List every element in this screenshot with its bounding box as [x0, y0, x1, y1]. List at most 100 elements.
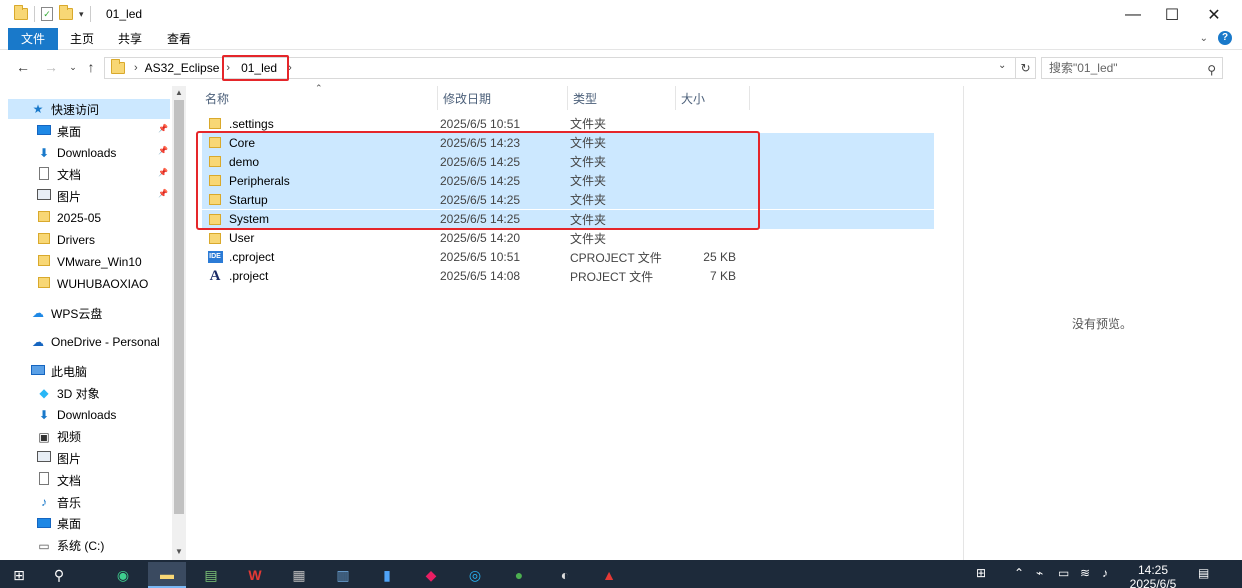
sidebar-item[interactable]: 文档 [36, 165, 81, 185]
battery-icon[interactable]: ▭ [1058, 566, 1069, 580]
new-folder-icon[interactable] [59, 5, 73, 20]
sidebar-item[interactable]: WUHUBAOXIAO [36, 274, 148, 294]
maximize-button[interactable]: ☐ [1150, 0, 1194, 30]
sidebar-item[interactable]: ⬇ Downloads [36, 143, 116, 163]
network-icon[interactable]: ⌁ [1036, 566, 1043, 580]
breadcrumb-chevron-icon[interactable]: › [131, 62, 141, 74]
pin-icon[interactable]: 📌 [158, 124, 168, 133]
sidebar-item-label: VMware_Win10 [57, 254, 142, 269]
wechat-icon[interactable]: ● [500, 562, 538, 588]
expand-ribbon-icon[interactable]: ⌄ [1200, 33, 1208, 44]
sidebar-item[interactable]: 图片 [36, 448, 81, 468]
folder-icon [207, 118, 223, 129]
preview-pane-divider[interactable] [963, 86, 964, 560]
sidebar-item-wps[interactable]: ☁ WPS云盘 [30, 303, 102, 323]
sidebar-item-this-pc[interactable]: 此电脑 [30, 361, 87, 381]
sidebar-item[interactable]: ⬇ Downloads [36, 405, 116, 425]
sidebar-item[interactable]: 桌面 [36, 121, 81, 141]
sidebar-item[interactable]: VMware_Win10 [36, 252, 142, 272]
app-blue-icon[interactable]: ▮ [368, 562, 406, 588]
sidebar-item[interactable]: 2025-05 [36, 208, 101, 228]
sidebar-item-quick-access[interactable]: ★ 快速访问 [8, 99, 170, 119]
close-button[interactable]: ✕ [1192, 0, 1236, 30]
tab-file[interactable]: 文件 [8, 28, 58, 50]
wifi-icon[interactable]: ≋ [1080, 566, 1090, 580]
clock[interactable]: 14:25 2025/6/5 [1128, 563, 1178, 588]
file-row[interactable]: A .project 2025/6/5 14:08 PROJECT 文件 7 KB [202, 267, 934, 286]
back-arrow-icon[interactable]: ← [14, 59, 32, 75]
search-input[interactable]: 搜索"01_led" ⚲ [1041, 57, 1223, 79]
scroll-up-icon[interactable]: ▲ [172, 88, 186, 97]
sidebar-item[interactable]: 图片 [36, 186, 81, 206]
notepad-icon[interactable]: ▤ [192, 562, 230, 588]
notification-icon[interactable]: ▤ [1198, 566, 1209, 580]
wps-office-icon[interactable]: W [236, 562, 274, 588]
pdf-reader-icon[interactable]: ▲ [590, 562, 628, 588]
column-header-type[interactable]: 类型 [555, 88, 659, 110]
column-header-date[interactable]: 修改日期 [425, 88, 555, 110]
sidebar-item[interactable]: 文档 [36, 470, 81, 490]
folder-icon [36, 276, 52, 291]
file-date: 2025/6/5 10:51 [440, 250, 521, 265]
file-type: 文件夹 [570, 117, 607, 131]
app-search-icon[interactable]: ◎ [456, 562, 494, 588]
column-divider[interactable] [749, 86, 750, 110]
tab-view[interactable]: 查看 [155, 28, 203, 50]
sidebar-item-label: 此电脑 [51, 364, 88, 379]
sidebar-item[interactable]: Drivers [36, 230, 95, 250]
refresh-icon[interactable]: ↻ [1016, 57, 1036, 79]
project-file-icon: A [209, 267, 221, 284]
sidebar-scrollbar[interactable]: ▲ ▼ [172, 86, 186, 560]
scrollbar-thumb[interactable] [174, 100, 184, 514]
file-row[interactable]: IDE .cproject 2025/6/5 10:51 CPROJECT 文件 25 … [202, 248, 934, 267]
edge-browser-icon[interactable]: ◉ [104, 562, 142, 588]
pin-icon[interactable]: 📌 [158, 146, 168, 155]
calculator-icon[interactable]: ▦ [280, 562, 318, 588]
file-size: 25 KB [703, 250, 736, 265]
file-name: User [229, 231, 255, 246]
sidebar-item-label: 图片 [57, 451, 82, 466]
recent-locations-icon[interactable]: ⌄ [64, 62, 82, 73]
show-hidden-icons-icon[interactable]: ⌃ [1014, 566, 1024, 580]
folder-icon[interactable] [14, 5, 28, 20]
file-row[interactable]: User 2025/6/5 14:20 文件夹 [202, 229, 934, 248]
volume-icon[interactable]: ♪ [1102, 566, 1108, 580]
sidebar-item-label: 快速访问 [51, 102, 100, 117]
sidebar-item[interactable]: ♪ 音乐 [36, 492, 81, 512]
properties-icon[interactable]: ✓ [41, 7, 53, 21]
sidebar-item-label: Downloads [57, 407, 117, 422]
eclipse-icon[interactable]: ◐ [546, 562, 584, 588]
star-icon: ★ [32, 102, 44, 116]
sidebar-item[interactable]: 桌面 [36, 514, 81, 534]
breadcrumb-as32-eclipse[interactable]: AS32_Eclipse [141, 61, 224, 75]
sidebar-item[interactable]: ◆ 3D 对象 [36, 383, 100, 403]
ribbon-controls: ⌄ ? [1200, 31, 1232, 45]
sidebar-item-onedrive[interactable]: ☁ OneDrive - Personal [30, 332, 160, 352]
forward-arrow-icon[interactable]: → [42, 59, 60, 75]
column-header-name[interactable]: 名称 [187, 88, 439, 110]
sidebar-item[interactable]: ▣ 视频 [36, 427, 81, 447]
scroll-down-icon[interactable]: ▼ [172, 547, 186, 556]
input-method-icon[interactable]: ⊞ [976, 566, 986, 580]
pin-icon[interactable]: 📌 [158, 168, 168, 177]
start-windows-icon[interactable]: ⊞ [0, 562, 38, 588]
search-icon[interactable]: ⚲ [1207, 60, 1216, 80]
tab-home[interactable]: 主页 [58, 28, 106, 50]
ribbon-tabs: 文件 主页 共享 查看 ⌄ ? [0, 28, 1242, 50]
clock-date: 2025/6/5 [1129, 577, 1177, 588]
customize-toolbar-icon[interactable]: ▾ [79, 9, 84, 20]
sidebar-item[interactable]: ▭ 系统 (C:) [36, 536, 104, 556]
address-history-dropdown-icon[interactable]: ⌄ [998, 60, 1006, 71]
document-icon [36, 472, 52, 488]
sidebar-item-label: 3D 对象 [57, 386, 100, 401]
minimize-button[interactable]: — [1111, 0, 1155, 30]
building-app-icon[interactable]: ▥ [324, 562, 362, 588]
file-explorer-icon[interactable]: ▬ [148, 562, 186, 588]
search-icon[interactable]: ⚲ [40, 562, 78, 588]
column-header-size[interactable]: 大小 [663, 88, 733, 110]
help-icon[interactable]: ? [1218, 31, 1232, 45]
app-pink-icon[interactable]: ◆ [412, 562, 450, 588]
up-arrow-icon[interactable]: ↑ [82, 59, 100, 75]
pin-icon[interactable]: 📌 [158, 189, 168, 198]
tab-share[interactable]: 共享 [106, 28, 154, 50]
